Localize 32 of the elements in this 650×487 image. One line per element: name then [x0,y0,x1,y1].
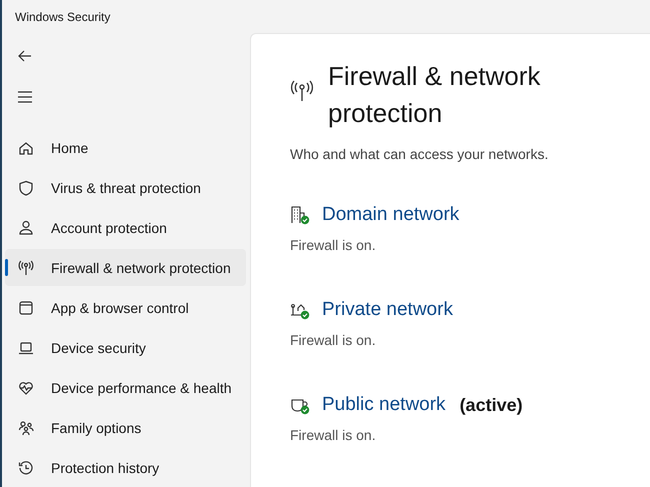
antenna-icon [18,260,34,276]
sidebar-item[interactable]: App & browser control [5,289,246,326]
sidebar-item[interactable]: Virus & threat protection [5,169,246,206]
history-icon [18,460,34,476]
active-label: (active) [460,394,523,416]
firewall-status: Firewall is on. [290,427,377,443]
sidebar-item[interactable]: Family options [5,409,246,446]
network-link[interactable]: Public network [322,394,446,416]
menu-icon[interactable] [17,90,33,104]
page-title: Firewall & network protection [328,60,542,130]
shield-icon [18,180,34,196]
sidebar-item[interactable]: Home [5,129,246,166]
antenna-icon [290,80,314,102]
sidebar-item[interactable]: Account protection [5,209,246,246]
page-subtitle: Who and what can access your networks. [290,146,550,162]
network-link[interactable]: Private network [322,299,453,321]
sidebar-item[interactable]: Device security [5,329,246,366]
building-check-icon [290,205,310,225]
sidebar-item[interactable]: Device performance & health [5,369,246,406]
back-icon[interactable] [17,48,33,64]
window-icon [18,300,34,316]
family-icon [18,420,34,436]
heartbeat-icon [18,380,34,396]
home-icon [18,140,34,156]
network-link[interactable]: Domain network [322,204,460,226]
firewall-status: Firewall is on. [290,332,377,348]
sidebar-item[interactable]: Firewall & network protection [5,249,246,286]
window-title: Windows Security [15,10,110,24]
person-icon [18,220,34,236]
sidebar-item[interactable]: Protection history [5,449,246,486]
laptop-icon [18,340,34,356]
firewall-status: Firewall is on. [290,237,377,253]
